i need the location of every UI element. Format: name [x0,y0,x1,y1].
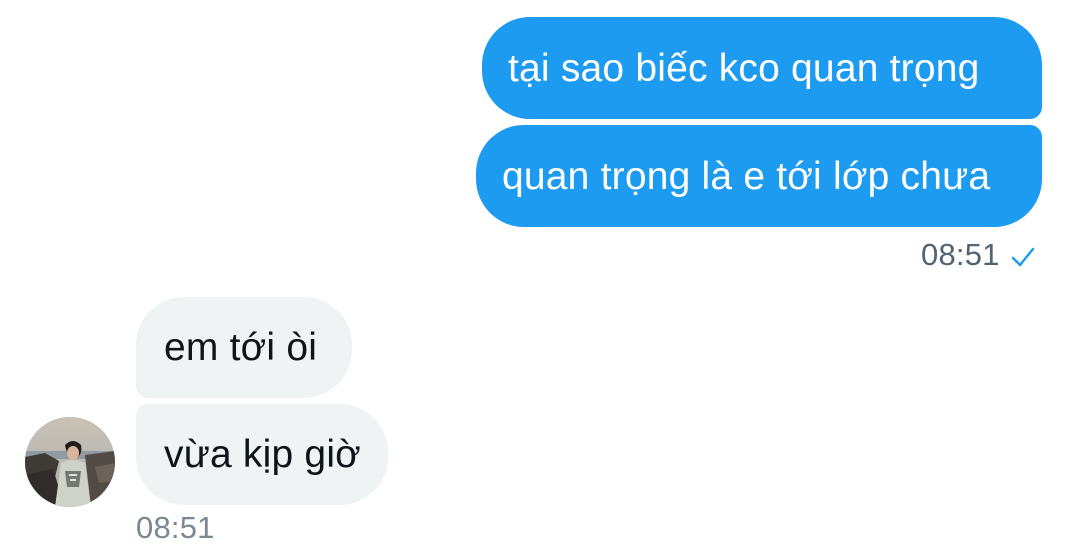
received-message-meta: 08:51 [136,510,215,546]
avatar[interactable] [25,417,115,507]
received-message-bubble[interactable]: vừa kịp giờ [136,404,388,505]
sent-message-bubble[interactable]: quan trọng là e tới lớp chưa [476,125,1042,227]
avatar-photo [25,417,115,507]
received-message-bubble[interactable]: em tới òi [136,297,352,398]
message-timestamp: 08:51 [921,237,1000,272]
message-text: tại sao biếc kco quan trọng [508,46,980,90]
message-timestamp: 08:51 [136,510,215,545]
sent-message-bubble[interactable]: tại sao biếc kco quan trọng [482,17,1042,119]
message-text: quan trọng là e tới lớp chưa [502,154,991,198]
check-icon [1010,242,1036,268]
message-text: em tới òi [164,326,318,369]
sent-message-meta: 08:51 [921,236,1036,274]
message-text: vừa kịp giờ [164,433,361,476]
dm-conversation: tại sao biếc kco quan trọng quan trọng l… [0,0,1080,556]
